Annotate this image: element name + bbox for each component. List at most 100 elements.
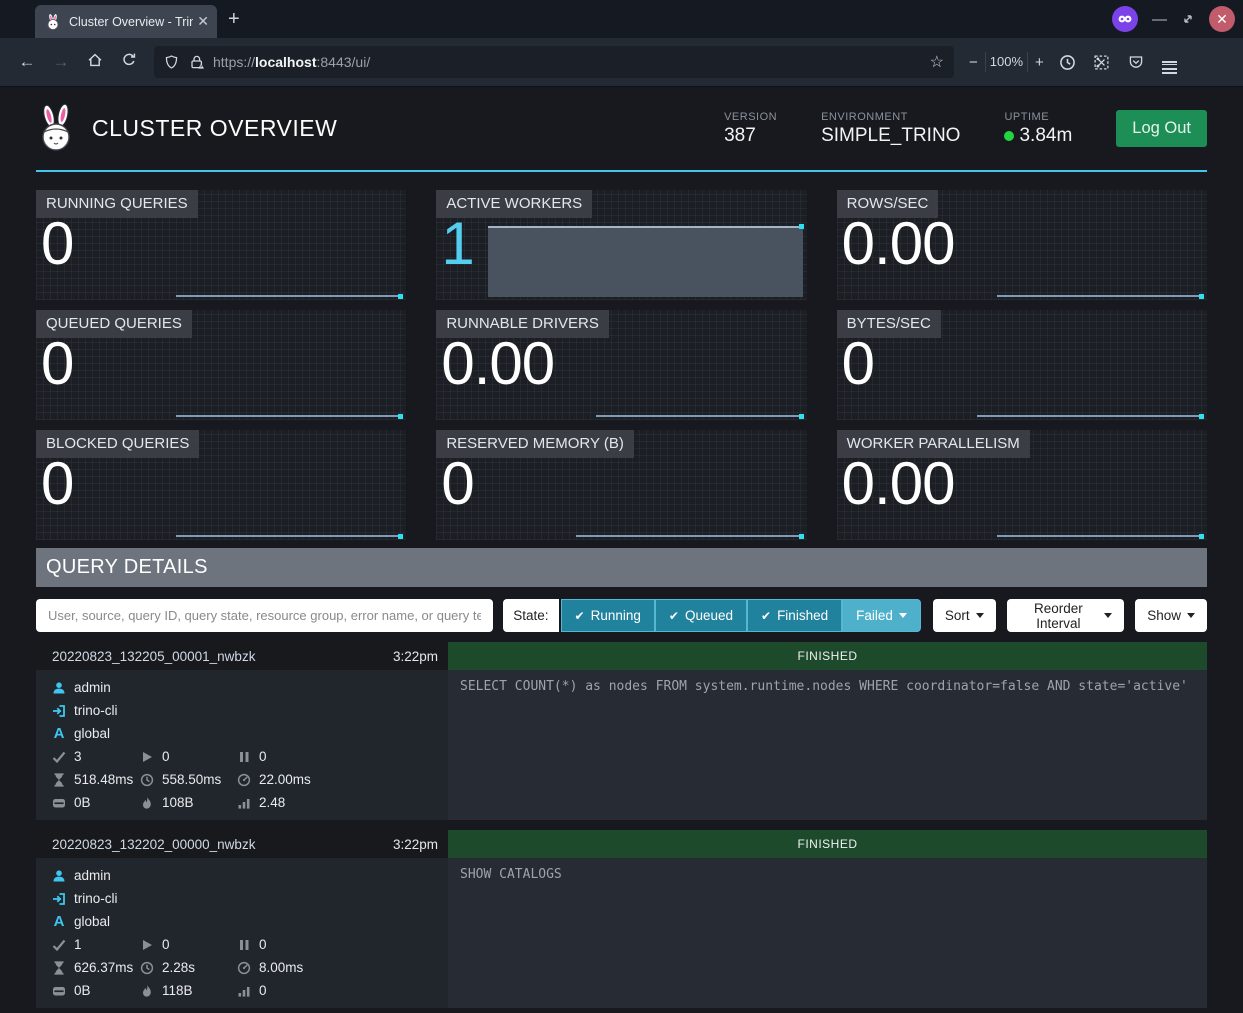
query-meta-panel: admin trino-cli Aglobal 3 0 0 518.48ms 5…: [36, 670, 448, 820]
stat-value: 0: [441, 454, 473, 514]
environment-label: ENVIRONMENT: [821, 111, 960, 123]
trino-bunny-logo: [36, 104, 76, 154]
new-tab-button[interactable]: +: [228, 8, 240, 31]
close-button[interactable]: ✕: [1209, 6, 1235, 32]
query-source: trino-cli: [74, 891, 118, 906]
stat-value: 0: [41, 334, 73, 394]
hdd-icon: [52, 984, 66, 998]
sparkline: [596, 415, 802, 417]
running-splits: 0: [162, 937, 170, 952]
environment-value: SIMPLE_TRINO: [821, 125, 960, 147]
zoom-level[interactable]: 100%: [985, 52, 1028, 72]
completed-splits: 1: [74, 937, 82, 952]
stat-card-running-queries: RUNNING QUERIES 0: [36, 190, 406, 300]
reload-icon[interactable]: [112, 52, 146, 73]
sparkline: [176, 415, 402, 417]
sparkline-dot: [1199, 534, 1204, 539]
state-filter-running[interactable]: ✔Running: [561, 599, 655, 632]
back-icon[interactable]: ←: [10, 52, 44, 72]
current-memory: 0B: [74, 983, 91, 998]
query-id-link[interactable]: 20220823_132202_00000_nwbzk: [52, 837, 393, 852]
play-icon: [140, 750, 154, 764]
zoom-in-button[interactable]: +: [1028, 54, 1051, 71]
maximize-button[interactable]: [1181, 12, 1195, 26]
uptime-label: UPTIME: [1004, 111, 1072, 123]
history-clock-icon[interactable]: [1051, 54, 1085, 71]
query-source: trino-cli: [74, 703, 118, 718]
query-status-badge: FINISHED: [448, 642, 1207, 670]
query-row: 20220823_132205_00001_nwbzk 3:22pm FINIS…: [36, 642, 1207, 820]
state-filter-queued[interactable]: ✔Queued: [655, 599, 747, 632]
query-id-link[interactable]: 20220823_132205_00001_nwbzk: [52, 649, 393, 664]
cumulative-memory: 118B: [162, 983, 193, 998]
url-text[interactable]: https://localhost:8443/ui/: [213, 54, 930, 70]
hdd-icon: [52, 796, 66, 810]
state-filter-label: State:: [503, 599, 558, 632]
sparkline-dot: [799, 534, 804, 539]
resource-group-icon: A: [52, 727, 66, 741]
stat-card-active-workers: ACTIVE WORKERS 1: [436, 190, 806, 300]
stat-value: 0: [41, 214, 73, 274]
sort-dropdown[interactable]: Sort: [933, 599, 996, 632]
queued-splits: 0: [259, 749, 267, 764]
query-user: admin: [74, 680, 111, 695]
gauge-icon: [237, 961, 251, 975]
query-resource-group: global: [74, 914, 110, 929]
screenshot-icon[interactable]: [1085, 54, 1119, 71]
stat-card-reserved-memory: RESERVED MEMORY (B) 0: [436, 430, 806, 540]
browser-tab[interactable]: Cluster Overview - Trino ✕: [35, 5, 217, 38]
zoom-out-button[interactable]: −: [962, 54, 985, 71]
query-filter-bar: State: ✔Running ✔Queued ✔Finished Failed…: [36, 599, 1207, 632]
search-input[interactable]: [36, 599, 493, 632]
menu-icon[interactable]: [1153, 59, 1187, 66]
clock-icon: [140, 961, 154, 975]
reorder-interval-dropdown[interactable]: Reorder Interval: [1007, 599, 1125, 632]
stat-card-blocked-queries: BLOCKED QUERIES 0: [36, 430, 406, 540]
url-bar[interactable]: https://localhost:8443/ui/ ☆: [154, 46, 954, 78]
gauge-icon: [237, 773, 251, 787]
browser-toolbar: ← → https://localhost:8443/ui/ ☆ − 100% …: [0, 38, 1243, 87]
logout-button[interactable]: Log Out: [1116, 110, 1207, 147]
completed-splits: 3: [74, 749, 82, 764]
query-sql-text: SELECT COUNT(*) as nodes FROM system.run…: [448, 670, 1207, 820]
fire-icon: [140, 984, 154, 998]
bookmark-star-icon[interactable]: ☆: [930, 52, 944, 72]
play-icon: [140, 938, 154, 952]
user-icon: [52, 681, 66, 695]
check-icon: [52, 938, 66, 952]
current-memory: 0B: [74, 795, 91, 810]
chevron-down-icon: [899, 613, 907, 618]
state-filter-failed-dropdown[interactable]: Failed: [842, 599, 921, 632]
sparkline: [576, 535, 802, 537]
running-splits: 0: [162, 749, 170, 764]
chevron-down-icon: [1104, 613, 1112, 618]
tab-close-icon[interactable]: ✕: [197, 13, 209, 30]
show-dropdown[interactable]: Show: [1135, 599, 1207, 632]
stat-card-bytes-sec: BYTES/SEC 0: [837, 310, 1207, 420]
sparkline-dot: [1199, 294, 1204, 299]
private-browsing-icon: [1112, 6, 1138, 32]
lock-warning-icon[interactable]: [189, 54, 205, 70]
equalizer-icon: [237, 796, 251, 810]
tab-title: Cluster Overview - Trino: [69, 15, 193, 29]
sparkline-dot: [398, 294, 403, 299]
forward-icon[interactable]: →: [44, 52, 78, 72]
query-time: 3:22pm: [393, 837, 438, 852]
stat-value: 0.00: [441, 334, 554, 394]
home-icon[interactable]: [78, 52, 112, 73]
cluster-header: CLUSTER OVERVIEW VERSION 387 ENVIRONMENT…: [36, 87, 1207, 172]
chevron-down-icon: [976, 613, 984, 618]
minimize-button[interactable]: —: [1152, 11, 1167, 28]
pocket-icon[interactable]: [1119, 54, 1153, 70]
stat-value: 0.00: [842, 214, 955, 274]
sparkline: [176, 535, 402, 537]
state-filter-finished[interactable]: ✔Finished: [747, 599, 842, 632]
uptime-value: 3.84m: [1019, 125, 1072, 147]
sparkline: [977, 415, 1203, 417]
shield-icon[interactable]: [164, 54, 179, 70]
wall-time: 626.37ms: [74, 960, 133, 975]
source-login-icon: [52, 704, 66, 718]
hourglass-icon: [52, 773, 66, 787]
check-icon: [52, 750, 66, 764]
pause-icon: [237, 938, 251, 952]
